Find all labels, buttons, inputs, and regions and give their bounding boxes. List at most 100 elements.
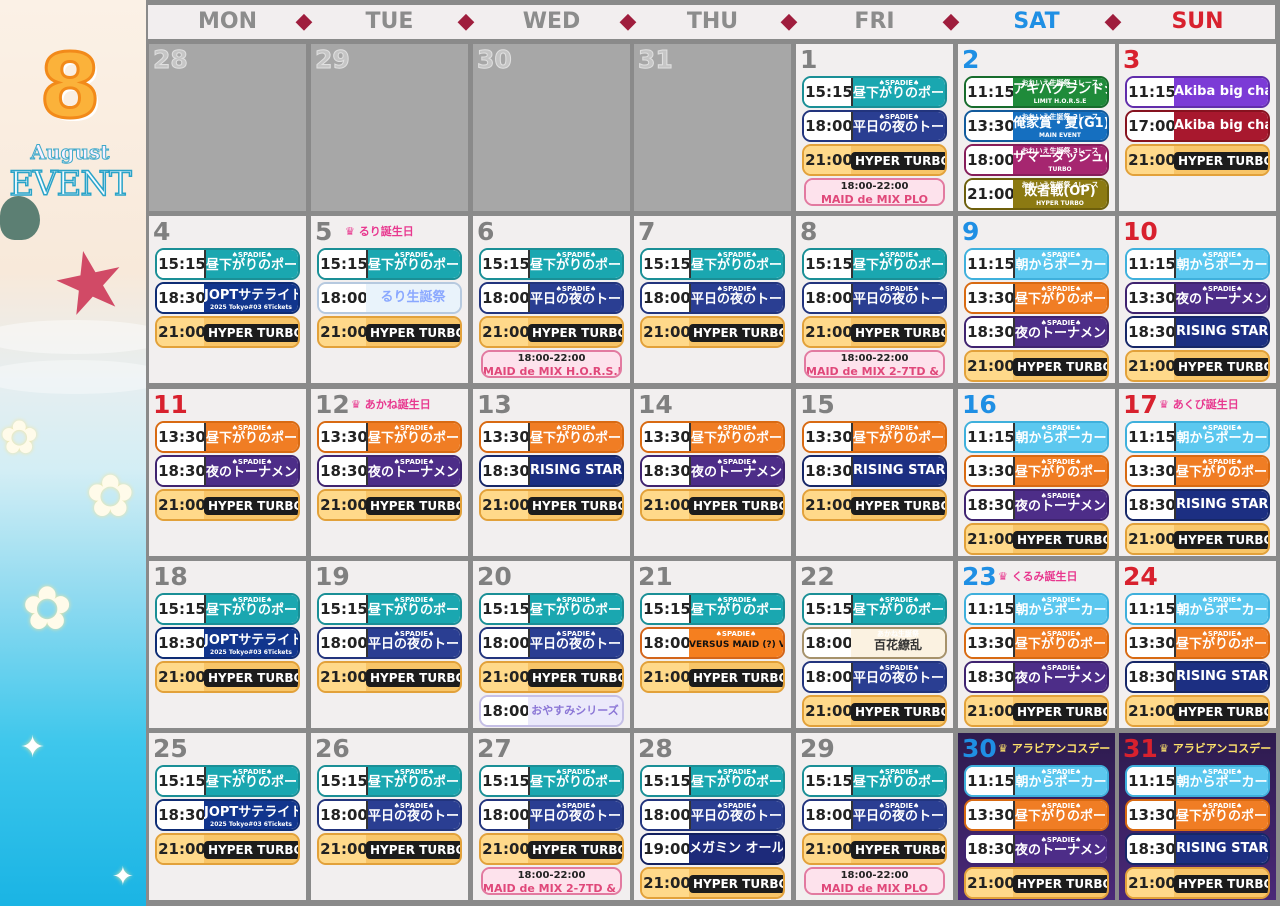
- event-item[interactable]: 11:15おれいえ生誕祭 1レースアキバグランドジャンプ(G2)LIMIT H.…: [964, 76, 1109, 108]
- event-item[interactable]: 13:30♠SPADIE♠昼下がりのポーカー: [802, 421, 947, 453]
- day-cell[interactable]: 12♛ あかね誕生日13:30♠SPADIE♠昼下がりのポーカー18:30♠SP…: [311, 389, 468, 556]
- event-item[interactable]: 18:00♠SPADIE♠平日の夜のトーナメント: [802, 661, 947, 693]
- day-cell[interactable]: 17 ♛ あくび誕生日 11:15 ♠SPADIE♠ 朝からポーカー 13:30 ♠SPAD…: [1119, 389, 1276, 556]
- day-cell[interactable]: 415:15♠SPADIE♠昼下がりのポーカー18:30JOPTサテライト202…: [149, 216, 306, 383]
- event-item[interactable]: 15:15♠SPADIE♠昼下がりのポーカー: [155, 765, 300, 797]
- event-item[interactable]: 18:00 おやすみシリーズ: [479, 695, 624, 727]
- day-cell[interactable]: 211:15おれいえ生誕祭 1レースアキバグランドジャンプ(G2)LIMIT H…: [958, 44, 1115, 211]
- event-item[interactable]: 21:00 HYPER TURBO: [479, 316, 624, 348]
- event-item[interactable]: 18:00♠SPADIE♠VERSUS MAID (?) VS たっくん: [640, 627, 785, 659]
- event-item[interactable]: 11:15 ♠SPADIE♠ 朝からポーカー: [964, 765, 1109, 797]
- event-item[interactable]: 18:00♠SPADIE♠平日の夜のトーナメント: [802, 799, 947, 831]
- event-item[interactable]: 21:00 HYPER TURBO: [155, 489, 300, 521]
- event-item[interactable]: 18:00-22:00 MAID de MIX PLO: [804, 867, 945, 895]
- event-item[interactable]: 21:00 HYPER TURBO: [479, 489, 624, 521]
- event-item[interactable]: 18:00♠SPADIE♠平日の夜のトーナメント: [802, 110, 947, 142]
- event-item[interactable]: 15:15♠SPADIE♠昼下がりのポーカー: [479, 593, 624, 625]
- day-cell[interactable]: 5 ♛ るり誕生日 15:15♠SPADIE♠昼下がりのポーカー 18:00 るり生誕祭…: [311, 216, 468, 383]
- event-item[interactable]: 18:30 RISING STAR: [479, 455, 624, 487]
- day-cell[interactable]: 1915:15♠SPADIE♠昼下がりのポーカー18:00♠SPADIE♠平日の…: [311, 561, 468, 728]
- event-item[interactable]: 15:15♠SPADIE♠昼下がりのポーカー: [802, 765, 947, 797]
- event-item[interactable]: 18:00♠SPADIE♠平日の夜のトーナメント: [640, 799, 785, 831]
- event-item[interactable]: 21:00 HYPER TURBO: [640, 661, 785, 693]
- event-item[interactable]: 13:30♠SPADIE♠昼下がりのポーカー: [964, 799, 1109, 831]
- event-item[interactable]: 15:15♠SPADIE♠昼下がりのポーカー: [802, 76, 947, 108]
- event-item[interactable]: 18:30 RISING STAR: [1125, 489, 1270, 521]
- day-cell[interactable]: 30: [473, 44, 630, 211]
- event-item[interactable]: 18:00-22:00MAID de MIX 2-7TD & BADUGI: [481, 867, 622, 895]
- event-item[interactable]: 18:30 JOPTサテライト 2025 Tokyo#03 6Tickets: [155, 799, 300, 831]
- event-item[interactable]: 11:15 ♠SPADIE♠ 朝からポーカー: [964, 421, 1109, 453]
- event-item[interactable]: 18:00 あかね生誕祭 百花繚乱: [802, 627, 947, 659]
- event-item[interactable]: 21:00 HYPER TURBO: [802, 489, 947, 521]
- day-cell[interactable]: 2215:15♠SPADIE♠昼下がりのポーカー18:00あかね生誕祭百花繚乱1…: [796, 561, 953, 728]
- event-item[interactable]: 18:30♠SPADIE♠夜のトーナメント: [317, 455, 462, 487]
- event-item[interactable]: 18:30♠SPADIE♠夜のトーナメント: [155, 455, 300, 487]
- event-item[interactable]: 15:15♠SPADIE♠昼下がりのポーカー: [155, 593, 300, 625]
- event-item[interactable]: 11:15 ♠SPADIE♠ 朝からポーカー: [1125, 248, 1270, 280]
- event-item[interactable]: 21:00 HYPER TURBO: [155, 661, 300, 693]
- event-item[interactable]: 21:00 HYPER TURBO: [155, 833, 300, 865]
- event-item[interactable]: 18:00♠SPADIE♠平日の夜のトーナメント: [479, 799, 624, 831]
- event-item[interactable]: 17:00Akiba big chance Mini: [1125, 110, 1270, 142]
- day-cell[interactable]: 615:15♠SPADIE♠昼下がりのポーカー18:00♠SPADIE♠平日の夜…: [473, 216, 630, 383]
- event-item[interactable]: 15:15♠SPADIE♠昼下がりのポーカー: [317, 593, 462, 625]
- event-item[interactable]: 13:30♠SPADIE♠昼下がりのポーカー: [317, 421, 462, 453]
- event-item[interactable]: 13:30♠SPADIE♠昼下がりのポーカー: [1125, 627, 1270, 659]
- event-item[interactable]: 18:30♠SPADIE♠夜のトーナメント: [964, 833, 1109, 865]
- event-item[interactable]: 21:00 HYPER TURBO: [1125, 695, 1270, 727]
- event-item[interactable]: 13:30♠SPADIE♠昼下がりのポーカー: [964, 282, 1109, 314]
- event-item[interactable]: 18:30♠SPADIE♠夜のトーナメント: [640, 455, 785, 487]
- event-item[interactable]: 13:30 おれいえ生誕祭 2レース 俺家賞・夏(G1) MAIN EVENT: [964, 110, 1109, 142]
- event-item[interactable]: 13:30♠SPADIE♠昼下がりのポーカー: [640, 421, 785, 453]
- day-cell[interactable]: 9 11:15 ♠SPADIE♠ 朝からポーカー 13:30 ♠SPADIE♠ 昼下がりのポ…: [958, 216, 1115, 383]
- event-item[interactable]: 15:15♠SPADIE♠昼下がりのポーカー: [802, 248, 947, 280]
- day-cell[interactable]: 1113:30♠SPADIE♠昼下がりのポーカー18:30♠SPADIE♠夜のト…: [149, 389, 306, 556]
- day-cell[interactable]: 23 ♛ くるみ誕生日 11:15 ♠SPADIE♠ 朝からポーカー 13:30 ♠SPAD…: [958, 561, 1115, 728]
- event-item[interactable]: 18:30 RISING STAR: [1125, 661, 1270, 693]
- event-item[interactable]: 21:00 HYPER TURBO: [317, 833, 462, 865]
- event-item[interactable]: 15:15♠SPADIE♠昼下がりのポーカー: [317, 765, 462, 797]
- event-item[interactable]: 19:00メガミン オールドメイド: [640, 833, 785, 865]
- day-cell[interactable]: 10 11:15 ♠SPADIE♠ 朝からポーカー 13:30 ♠SPADIE♠ 夜のトーナ…: [1119, 216, 1276, 383]
- day-cell[interactable]: 1513:30♠SPADIE♠昼下がりのポーカー18:30RISING STAR…: [796, 389, 953, 556]
- event-item[interactable]: 18:30 RISING STAR: [802, 455, 947, 487]
- event-item[interactable]: 21:00 HYPER TURBO: [317, 661, 462, 693]
- event-item[interactable]: 13:30♠SPADIE♠夜のトーナメント: [1125, 282, 1270, 314]
- day-cell[interactable]: 31 ♛ アラビアンコスデー 11:15 ♠SPADIE♠ 朝からポーカー 13:30 ♠S…: [1119, 733, 1276, 900]
- event-item[interactable]: 15:15♠SPADIE♠昼下がりのポーカー: [155, 248, 300, 280]
- event-item[interactable]: 15:15♠SPADIE♠昼下がりのポーカー: [640, 765, 785, 797]
- day-cell[interactable]: 2115:15♠SPADIE♠昼下がりのポーカー18:00♠SPADIE♠VER…: [634, 561, 791, 728]
- event-item[interactable]: 21:00 HYPER TURBO: [479, 833, 624, 865]
- event-item[interactable]: 15:15♠SPADIE♠昼下がりのポーカー: [640, 248, 785, 280]
- event-item[interactable]: 18:00-22:00 MAID de MIX PLO: [804, 178, 945, 206]
- day-cell[interactable]: 24 11:15 ♠SPADIE♠ 朝からポーカー 13:30 ♠SPADIE♠ 昼下がりの…: [1119, 561, 1276, 728]
- event-item[interactable]: 21:00 おれいえ生誕祭 4レース 敗者戦(OP) HYPER TURBO: [964, 178, 1109, 210]
- event-item[interactable]: 18:30 JOPTサテライト 2025 Tokyo#03 6Tickets: [155, 627, 300, 659]
- event-item[interactable]: 15:15♠SPADIE♠昼下がりのポーカー: [479, 765, 624, 797]
- event-item[interactable]: 11:15 ♠SPADIE♠ 朝からポーカー: [1125, 593, 1270, 625]
- event-item[interactable]: 15:15♠SPADIE♠昼下がりのポーカー: [317, 248, 462, 280]
- event-item[interactable]: 13:30♠SPADIE♠昼下がりのポーカー: [1125, 799, 1270, 831]
- event-item[interactable]: 18:30♠SPADIE♠夜のトーナメント: [964, 661, 1109, 693]
- event-item[interactable]: 18:00♠SPADIE♠平日の夜のトーナメント: [479, 282, 624, 314]
- day-cell[interactable]: 1313:30♠SPADIE♠昼下がりのポーカー18:30RISING STAR…: [473, 389, 630, 556]
- event-item[interactable]: 21:00 HYPER TURBO: [1125, 144, 1270, 176]
- event-item[interactable]: 21:00 HYPER TURBO: [802, 695, 947, 727]
- event-item[interactable]: 18:00♠SPADIE♠平日の夜のトーナメント: [640, 282, 785, 314]
- event-item[interactable]: 21:00 HYPER TURBO: [640, 316, 785, 348]
- event-item[interactable]: 18:00♠SPADIE♠平日の夜のトーナメント: [479, 627, 624, 659]
- day-cell[interactable]: 2715:15♠SPADIE♠昼下がりのポーカー18:00♠SPADIE♠平日の…: [473, 733, 630, 900]
- event-item[interactable]: 18:00-22:00MAID de MIX 2-7TD & BADUGI: [804, 350, 945, 378]
- event-item[interactable]: 21:00 HYPER TURBO: [640, 867, 785, 899]
- event-item[interactable]: 18:00♠SPADIE♠平日の夜のトーナメント: [317, 799, 462, 831]
- day-cell[interactable]: 2515:15♠SPADIE♠昼下がりのポーカー18:30JOPTサテライト20…: [149, 733, 306, 900]
- event-item[interactable]: 21:00 HYPER TURBO: [1125, 867, 1270, 899]
- event-item[interactable]: 21:00 HYPER TURBO: [964, 350, 1109, 382]
- event-item[interactable]: 18:30 RISING STAR: [1125, 833, 1270, 865]
- event-item[interactable]: 21:00 HYPER TURBO: [317, 489, 462, 521]
- event-item[interactable]: 21:00 HYPER TURBO: [964, 695, 1109, 727]
- event-item[interactable]: 15:15♠SPADIE♠昼下がりのポーカー: [479, 248, 624, 280]
- event-item[interactable]: 11:15 ♠SPADIE♠ 朝からポーカー: [964, 248, 1109, 280]
- event-item[interactable]: 18:00♠SPADIE♠平日の夜のトーナメント: [802, 282, 947, 314]
